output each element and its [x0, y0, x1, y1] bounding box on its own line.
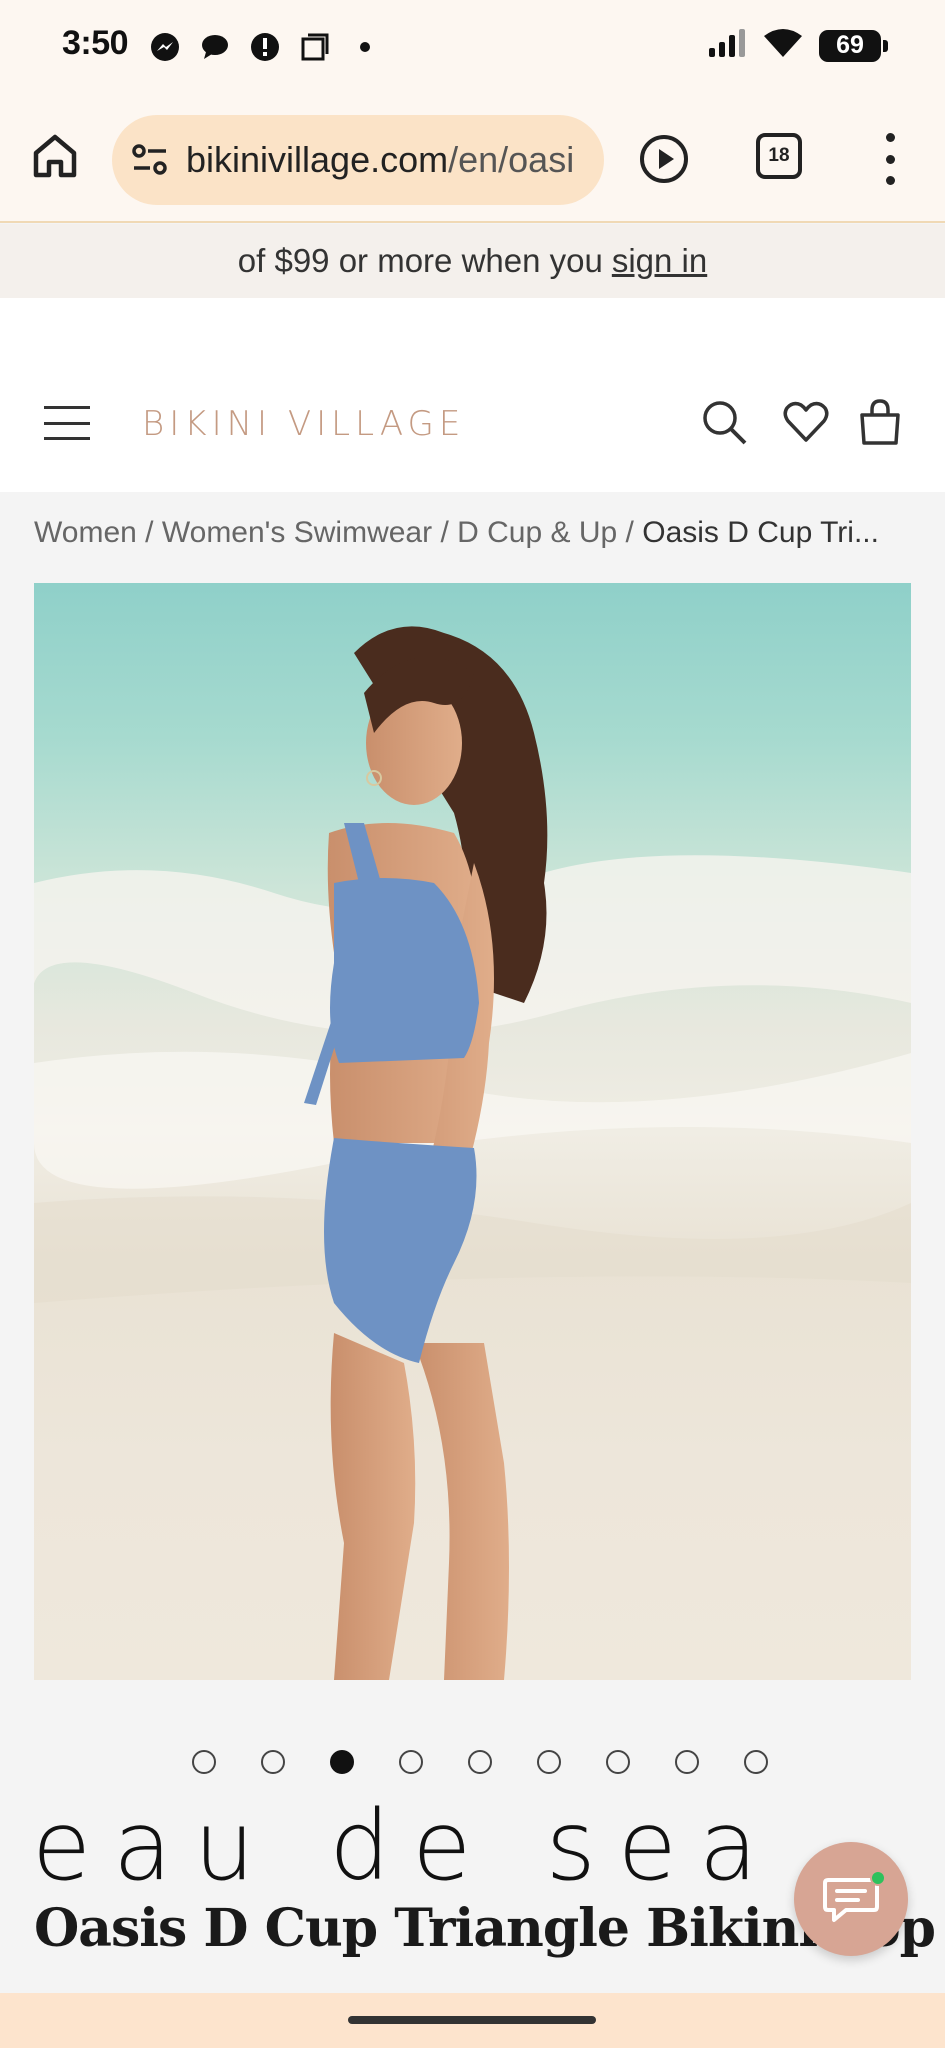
browser-menu-icon[interactable] [872, 133, 908, 185]
tab-switcher-button[interactable]: 18 [756, 133, 802, 179]
breadcrumb-link[interactable]: Women [34, 516, 137, 549]
browser-toolbar: bikinivillage.com/en/oasi 18 [0, 95, 945, 223]
dot-icon [348, 30, 382, 64]
shopping-bag-icon[interactable] [856, 398, 904, 446]
carousel-dot[interactable] [674, 1750, 699, 1774]
product-image[interactable] [34, 583, 911, 1680]
carousel-dot[interactable] [467, 1750, 492, 1774]
status-time: 3:50 [62, 24, 129, 62]
breadcrumb-separator: / [625, 516, 634, 549]
system-status: 69 [707, 28, 888, 63]
wishlist-heart-icon[interactable] [782, 398, 830, 446]
breadcrumb-link[interactable]: Women's Swimwear [162, 516, 432, 549]
online-status-dot [870, 1870, 886, 1886]
status-bar: 3:50 69 [0, 0, 945, 95]
home-icon[interactable] [30, 131, 80, 181]
battery-icon: 69 [819, 29, 888, 62]
promo-banner: of $99 or more when you sign in [0, 224, 945, 298]
play-icon[interactable] [638, 133, 690, 185]
breadcrumb-link[interactable]: D Cup & Up [457, 516, 617, 549]
product-photo-illustration [34, 626, 911, 1680]
brand-logo[interactable]: eau de sea [32, 1790, 780, 1902]
wifi-icon [763, 28, 803, 63]
sign-in-link[interactable]: sign in [612, 242, 707, 280]
search-icon[interactable] [700, 398, 748, 446]
carousel-dot[interactable] [536, 1750, 561, 1774]
copy-icon [298, 30, 332, 64]
url-path: /en/oasi [448, 139, 575, 180]
notification-icons [148, 30, 382, 64]
alert-icon [248, 30, 282, 64]
carousel-dot[interactable] [260, 1750, 285, 1774]
url-host: bikinivillage.com [186, 139, 449, 180]
breadcrumb: Women / Women's Swimwear / D Cup & Up / … [34, 516, 879, 550]
carousel-dot[interactable] [191, 1750, 216, 1774]
site-header: BIKINI VILLAGE [0, 298, 945, 492]
site-logo[interactable]: BIKINI VILLAGE [142, 404, 465, 444]
breadcrumb-separator: / [440, 516, 449, 549]
carousel-dot[interactable] [605, 1750, 630, 1774]
url-text: bikinivillage.com/en/oasi [186, 139, 586, 181]
messenger-icon [148, 30, 182, 64]
chat-icon [198, 30, 232, 64]
breadcrumb-current: Oasis D Cup Tri... [642, 516, 879, 549]
menu-icon[interactable] [44, 406, 90, 440]
carousel-dots [0, 1750, 945, 1774]
carousel-dot[interactable] [398, 1750, 423, 1774]
chat-button[interactable] [794, 1842, 908, 1956]
breadcrumb-separator: / [145, 516, 154, 549]
carousel-dot[interactable] [743, 1750, 768, 1774]
address-bar[interactable]: bikinivillage.com/en/oasi [112, 115, 604, 205]
site-settings-icon[interactable] [130, 140, 170, 180]
home-indicator[interactable] [348, 2016, 596, 2024]
promo-text: of $99 or more when you [237, 242, 603, 279]
signal-icon [707, 28, 747, 63]
carousel-dot[interactable] [329, 1750, 354, 1774]
